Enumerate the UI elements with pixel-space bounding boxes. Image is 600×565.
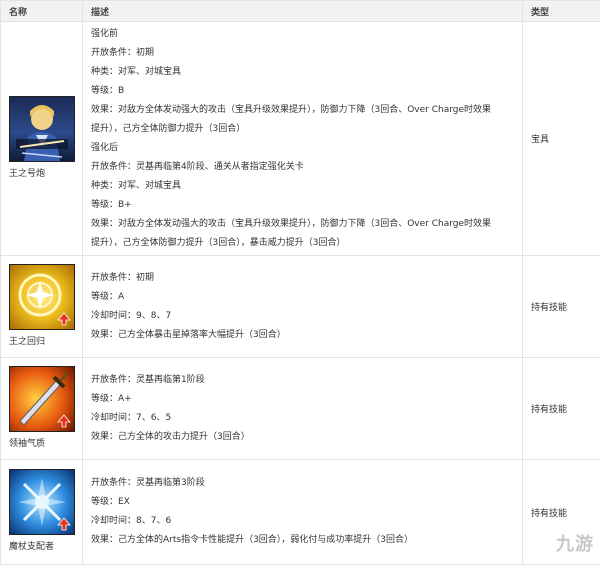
item-name-cell: 王之号炮: [1, 22, 83, 256]
item-name: 魔杖支配者: [9, 539, 82, 555]
desc-line: 等级：A+: [91, 390, 522, 409]
table-row: 王之回归 开放条件：初期 等级：A 冷却时间：9、8、7 效果：己方全体暴击星掉…: [1, 256, 600, 358]
desc-line: 效果：对敌方全体发动强大的攻击（宝具升级效果提升），防御力下降（3回合、Over…: [91, 215, 522, 234]
desc-line: 等级：B+: [91, 196, 522, 215]
star-drop-skill-icon: [9, 264, 75, 330]
item-name-cell: 王之回归: [1, 256, 83, 358]
desc-line: 开放条件：灵基再临第1阶段: [91, 371, 522, 390]
arts-card-skill-icon: [9, 469, 75, 535]
desc-line: 效果：己方全体的Arts指令卡性能提升（3回合），弱化付与成功率提升（3回合）: [91, 531, 522, 550]
item-name: 领袖气质: [9, 436, 82, 452]
desc-line: 效果：对敌方全体发动强大的攻击（宝具升级效果提升），防御力下降（3回合、Over…: [91, 101, 522, 120]
item-type: 持有技能: [523, 358, 600, 460]
desc-line: 等级：EX: [91, 493, 522, 512]
item-name-cell: 魔杖支配者: [1, 460, 83, 565]
desc-line: 等级：A: [91, 288, 522, 307]
header-desc: 描述: [83, 1, 523, 22]
header-type: 类型: [523, 1, 600, 22]
table-row: 领袖气质 开放条件：灵基再临第1阶段 等级：A+ 冷却时间：7、6、5 效果：己…: [1, 358, 600, 460]
table-row: 王之号炮 强化前 开放条件：初期 种类：对军、对城宝具 等级：B 效果：对敌方全…: [1, 22, 600, 256]
arrow-up-icon: [57, 414, 71, 428]
desc-line: 效果：己方全体暴击星掉落率大幅提升（3回合）: [91, 326, 522, 345]
desc-line: 提升），己方全体防御力提升（3回合），暴击威力提升（3回合）: [91, 234, 522, 253]
desc-line: 冷却时间：7、6、5: [91, 409, 522, 428]
desc-line: 强化前: [91, 25, 522, 44]
noble-phantasm-portrait-icon: [9, 96, 75, 162]
table-header-row: 名称 描述 类型: [1, 1, 600, 22]
item-type: 持有技能: [523, 256, 600, 358]
desc-line: 效果：己方全体的攻击力提升（3回合）: [91, 428, 522, 447]
arrow-up-icon: [57, 312, 71, 326]
item-description: 强化前 开放条件：初期 种类：对军、对城宝具 等级：B 效果：对敌方全体发动强大…: [83, 22, 523, 256]
desc-line: 开放条件：灵基再临第3阶段: [91, 474, 522, 493]
servant-skill-table: 名称 描述 类型 王之号炮 强化前 开放条件：初期 种类：对军、对城: [0, 0, 600, 565]
desc-line: 冷却时间：9、8、7: [91, 307, 522, 326]
item-description: 开放条件：灵基再临第1阶段 等级：A+ 冷却时间：7、6、5 效果：己方全体的攻…: [83, 358, 523, 460]
desc-line: 提升），己方全体防御力提升（3回合）: [91, 120, 522, 139]
header-name: 名称: [1, 1, 83, 22]
desc-line: 开放条件：灵基再临第4阶段、通关从者指定强化关卡: [91, 158, 522, 177]
item-description: 开放条件：初期 等级：A 冷却时间：9、8、7 效果：己方全体暴击星掉落率大幅提…: [83, 256, 523, 358]
table-row: 魔杖支配者 开放条件：灵基再临第3阶段 等级：EX 冷却时间：8、7、6 效果：…: [1, 460, 600, 565]
item-name: 王之号炮: [9, 166, 82, 182]
arrow-up-icon: [57, 517, 71, 531]
desc-line: 开放条件：初期: [91, 44, 522, 63]
desc-line: 强化后: [91, 139, 522, 158]
item-name-cell: 领袖气质: [1, 358, 83, 460]
desc-line: 冷却时间：8、7、6: [91, 512, 522, 531]
watermark-logo: 九游: [556, 530, 594, 556]
desc-line: 开放条件：初期: [91, 269, 522, 288]
sword-attack-skill-icon: [9, 366, 75, 432]
desc-line: 等级：B: [91, 82, 522, 101]
desc-line: 种类：对军、对城宝具: [91, 177, 522, 196]
item-description: 开放条件：灵基再临第3阶段 等级：EX 冷却时间：8、7、6 效果：己方全体的A…: [83, 460, 523, 565]
item-type: 宝具: [523, 22, 600, 256]
item-name: 王之回归: [9, 334, 82, 350]
desc-line: 种类：对军、对城宝具: [91, 63, 522, 82]
